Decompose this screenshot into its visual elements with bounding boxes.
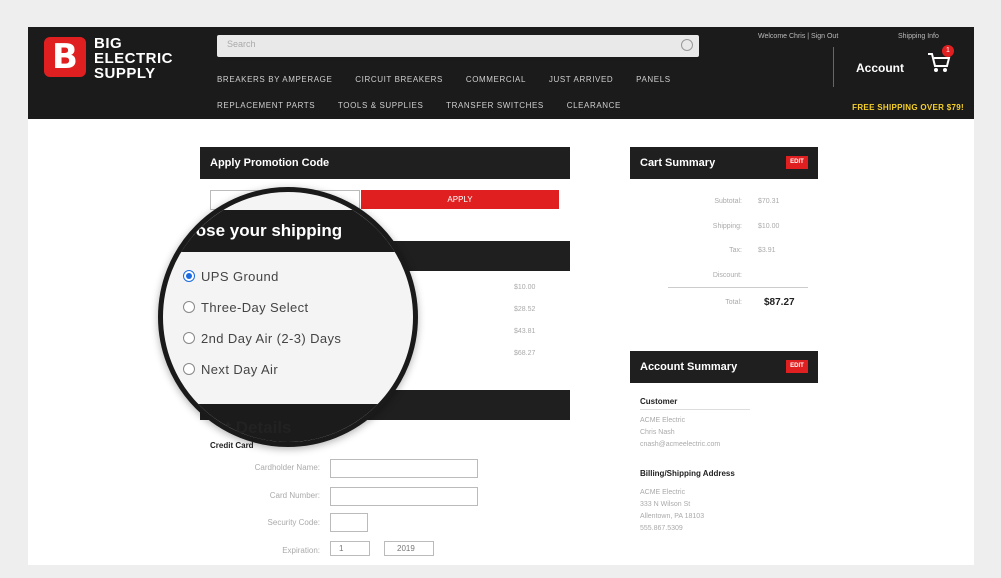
welcome-text[interactable]: Welcome Chris | Sign Out: [758, 33, 838, 40]
security-code-label: Security Code:: [267, 518, 320, 527]
shipping-value: $10.00: [758, 223, 780, 230]
account-summary-title: Account Summary: [640, 361, 738, 373]
shipping-option-next-day[interactable]: Next Day Air: [183, 362, 278, 377]
apply-promo-button[interactable]: APPLY: [361, 190, 559, 209]
nav-tools-supplies[interactable]: TOOLS & SUPPLIES: [338, 101, 423, 110]
card-number-input[interactable]: [330, 487, 478, 506]
cart-count-badge: 1: [942, 45, 954, 57]
nav-commercial[interactable]: COMMERCIAL: [466, 75, 526, 84]
free-shipping-banner: FREE SHIPPING OVER $79!: [852, 103, 964, 112]
total-value: $87.27: [764, 297, 795, 308]
credit-card-label: Credit Card: [210, 441, 254, 450]
site-header: B BIG ELECTRIC SUPPLY Search BREAKERS BY…: [28, 27, 974, 119]
cart-summary-divider: [668, 287, 808, 288]
brand-logo-icon[interactable]: B: [44, 37, 86, 77]
cardholder-name-input[interactable]: [330, 459, 478, 478]
radio-selected-icon[interactable]: [183, 270, 195, 282]
account-edit-button[interactable]: EDIT: [786, 360, 808, 373]
nav-just-arrived[interactable]: JUST ARRIVED: [549, 75, 613, 84]
nav-panels[interactable]: PANELS: [636, 75, 671, 84]
shipping-price-three-day: $28.52: [514, 306, 536, 313]
shipping-option-ups-ground[interactable]: UPS Ground: [183, 269, 279, 284]
tax-value: $3.91: [758, 247, 776, 254]
card-number-label: Card Number:: [269, 491, 320, 500]
header-divider: [833, 47, 834, 87]
address-street: 333 N Wilson St: [640, 501, 691, 508]
shipping-price-next-day: $68.27: [514, 350, 536, 357]
cart-summary-bar: Cart Summary EDIT: [630, 147, 818, 179]
radio-unselected-icon[interactable]: [183, 332, 195, 344]
shipping-option-three-day[interactable]: Three-Day Select: [183, 300, 309, 315]
shipping-magnifier: hoose your shipping UPS Ground Three-Day…: [158, 187, 418, 447]
address-label: Billing/Shipping Address: [640, 469, 735, 478]
shipping-label: Shipping:: [712, 223, 742, 230]
address-company: ACME Electric: [640, 489, 686, 496]
promo-title-bar: Apply Promotion Code: [200, 147, 570, 179]
customer-label: Customer: [640, 397, 678, 406]
customer-email: cnash@acmeelectric.com: [640, 441, 721, 448]
nav-clearance[interactable]: CLEARANCE: [567, 101, 621, 110]
customer-company: ACME Electric: [640, 417, 686, 424]
tax-label: Tax:: [729, 247, 742, 254]
brand-name[interactable]: BIG ELECTRIC SUPPLY: [94, 36, 173, 82]
account-summary-bar: Account Summary EDIT: [630, 351, 818, 383]
nav-row-2: REPLACEMENT PARTS TOOLS & SUPPLIES TRANS…: [217, 101, 641, 110]
shipping-info-link[interactable]: Shipping Info: [898, 33, 939, 40]
radio-unselected-icon[interactable]: [183, 363, 195, 375]
expiration-label: Expiration:: [282, 546, 320, 555]
search-icon[interactable]: [681, 39, 693, 51]
customer-name: Chris Nash: [640, 429, 675, 436]
shipping-heading: hoose your shipping: [163, 210, 413, 252]
address-city: Allentown, PA 18103: [640, 513, 705, 520]
nav-replacement-parts[interactable]: REPLACEMENT PARTS: [217, 101, 315, 110]
search-placeholder: Search: [227, 39, 256, 49]
promo-title: Apply Promotion Code: [210, 157, 330, 169]
nav-circuit-breakers[interactable]: CIRCUIT BREAKERS: [355, 75, 443, 84]
shipping-option-label: 2nd Day Air (2-3) Days: [201, 331, 342, 346]
payment-heading: nt Details: [215, 418, 292, 437]
nav-breakers-by-amperage[interactable]: BREAKERS BY AMPERAGE: [217, 75, 332, 84]
radio-unselected-icon[interactable]: [183, 301, 195, 313]
shipping-price-ups-ground: $10.00: [514, 284, 536, 291]
expiration-year-select[interactable]: 2019: [384, 541, 434, 556]
address-phone: 555.867.5309: [640, 525, 683, 532]
subtotal-value: $70.31: [758, 198, 780, 205]
account-link[interactable]: Account: [856, 61, 904, 75]
shipping-price-2nd-day: $43.81: [514, 328, 536, 335]
cart-edit-button[interactable]: EDIT: [786, 156, 808, 169]
shipping-option-label: Three-Day Select: [201, 300, 309, 315]
search-input[interactable]: Search: [217, 35, 699, 57]
customer-divider: [640, 409, 750, 410]
cart-summary-title: Cart Summary: [640, 157, 716, 169]
total-label: Total:: [725, 299, 742, 306]
nav-row-1: BREAKERS BY AMPERAGE CIRCUIT BREAKERS CO…: [217, 75, 691, 84]
brand-line-3: SUPPLY: [94, 65, 156, 82]
security-code-input[interactable]: [330, 513, 368, 532]
shipping-option-2nd-day[interactable]: 2nd Day Air (2-3) Days: [183, 331, 341, 346]
cardholder-name-label: Cardholder Name:: [254, 463, 320, 472]
shipping-option-label: UPS Ground: [201, 269, 279, 284]
nav-transfer-switches[interactable]: TRANSFER SWITCHES: [446, 101, 544, 110]
subtotal-label: Subtotal:: [714, 198, 742, 205]
discount-label: Discount:: [712, 272, 742, 279]
expiration-month-select[interactable]: 1: [330, 541, 370, 556]
page-frame: B BIG ELECTRIC SUPPLY Search BREAKERS BY…: [28, 27, 974, 565]
shipping-option-label: Next Day Air: [201, 362, 279, 377]
